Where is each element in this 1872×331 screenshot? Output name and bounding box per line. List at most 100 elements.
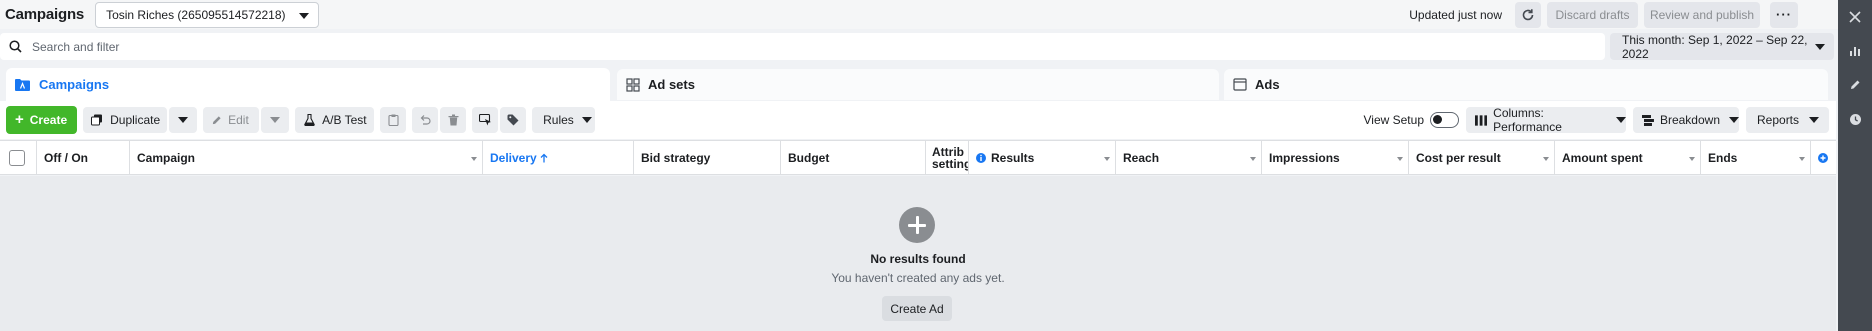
column-campaign[interactable]: Campaign: [130, 141, 483, 174]
discard-drafts-button[interactable]: Discard drafts: [1547, 1, 1638, 28]
undo-button[interactable]: [412, 107, 439, 133]
create-button[interactable]: + Create: [6, 106, 78, 134]
chevron-down-icon: [270, 117, 281, 123]
create-label: Create: [29, 113, 68, 127]
add-column-cell: [1811, 141, 1836, 174]
breakdown-button[interactable]: Breakdown: [1633, 107, 1739, 133]
column-impressions[interactable]: Impressions: [1262, 141, 1409, 174]
search-bar[interactable]: Search and filter: [0, 33, 1605, 60]
page-title: Campaigns: [5, 6, 85, 23]
view-setup-label: View Setup: [1363, 113, 1425, 127]
date-range-picker[interactable]: This month: Sep 1, 2022 – Sep 22, 2022: [1610, 32, 1834, 61]
column-label: Bid strategy: [641, 150, 711, 165]
rules-label: Rules: [543, 113, 574, 127]
refresh-button[interactable]: [1515, 1, 1541, 28]
duplicate-icon: [91, 114, 103, 126]
account-selector[interactable]: Tosin Riches (265095514572218): [95, 1, 320, 28]
pencil-icon: [212, 115, 221, 124]
duplicate-button[interactable]: Duplicate: [83, 107, 168, 133]
column-label: Ends: [1708, 150, 1738, 165]
plus-icon: +: [15, 111, 24, 128]
date-range-label: This month: Sep 1, 2022 – Sep 22, 2022: [1622, 32, 1808, 61]
add-circle-icon: [899, 207, 935, 243]
edit-button[interactable]: Edit: [203, 107, 260, 133]
account-name: Tosin Riches (265095514572218): [106, 7, 286, 22]
column-label: Results: [991, 150, 1035, 165]
column-off-on[interactable]: Off / On: [37, 141, 130, 174]
folder-icon: [15, 79, 30, 91]
table-header: Off / On Campaign Delivery Bid strategy …: [0, 140, 1836, 175]
clipboard-button[interactable]: [380, 107, 407, 133]
more-icon: ···: [1776, 6, 1792, 22]
tab-ads[interactable]: Ads: [1224, 69, 1828, 100]
column-label: Campaign: [137, 150, 196, 165]
column-label: Off / On: [44, 150, 88, 165]
sort-caret-icon: [1689, 157, 1695, 161]
column-attribution-setting[interactable]: Attrib setting: [926, 141, 969, 174]
column-ends[interactable]: Ends: [1701, 141, 1811, 174]
view-setup-toggle[interactable]: [1430, 112, 1459, 128]
ab-test-button[interactable]: A/B Test: [295, 107, 375, 133]
select-all-checkbox[interactable]: [9, 149, 25, 166]
flask-icon: [304, 114, 315, 126]
column-label: Amount spent: [1562, 150, 1643, 165]
column-label: Impressions: [1269, 150, 1340, 165]
tab-campaigns[interactable]: Campaigns: [6, 68, 610, 101]
delete-button[interactable]: [440, 107, 467, 133]
close-icon[interactable]: [1846, 8, 1864, 26]
reports-button[interactable]: Reports: [1746, 107, 1829, 133]
tag-icon: [507, 114, 519, 126]
chevron-down-icon: [1616, 117, 1626, 123]
grid-icon: [626, 77, 640, 92]
ab-test-label: A/B Test: [322, 113, 367, 127]
columns-button[interactable]: Columns: Performance: [1466, 106, 1626, 134]
bar-chart-icon[interactable]: [1846, 42, 1864, 60]
sort-caret-icon: [1543, 157, 1549, 161]
edit-dropdown-button[interactable]: [261, 107, 290, 133]
updated-status: Updated just now: [1409, 7, 1502, 22]
review-publish-button[interactable]: Review and publish: [1644, 1, 1760, 28]
create-ad-button[interactable]: Create Ad: [882, 296, 952, 321]
sort-caret-icon: [1397, 157, 1403, 161]
tab-ad-sets[interactable]: Ad sets: [617, 69, 1219, 100]
pencil-icon[interactable]: [1846, 76, 1864, 94]
column-results[interactable]: Results: [969, 141, 1116, 174]
empty-state-subtitle: You haven't created any ads yet.: [831, 271, 1005, 285]
rules-button[interactable]: Rules: [532, 107, 596, 133]
column-reach[interactable]: Reach: [1116, 141, 1262, 174]
preview-icon: [478, 114, 491, 126]
chevron-down-icon: [1815, 44, 1825, 50]
chevron-down-icon: [178, 117, 189, 123]
sort-caret-icon: [1104, 157, 1110, 161]
column-delivery[interactable]: Delivery: [483, 141, 634, 174]
column-bid-strategy[interactable]: Bid strategy: [634, 141, 781, 174]
add-column-icon[interactable]: [1818, 152, 1828, 163]
column-label-line2: setting: [932, 156, 969, 171]
tab-campaigns-label: Campaigns: [39, 77, 110, 92]
reports-label: Reports: [1757, 113, 1800, 127]
search-icon: [9, 40, 22, 53]
tab-ads-label: Ads: [1255, 77, 1280, 92]
preview-button[interactable]: [472, 107, 499, 133]
column-amount-spent[interactable]: Amount spent: [1555, 141, 1701, 174]
toggle-knob: [1433, 115, 1442, 124]
edit-label: Edit: [228, 113, 249, 127]
tag-button[interactable]: [500, 107, 527, 133]
search-input[interactable]: Search and filter: [32, 40, 119, 54]
breakdown-label: Breakdown: [1659, 113, 1720, 127]
clock-icon[interactable]: [1846, 110, 1864, 128]
ad-window-icon: [1233, 78, 1247, 91]
column-label-line1: Attrib: [932, 144, 964, 159]
empty-state-title: No results found: [870, 252, 966, 266]
column-cost-per-result[interactable]: Cost per result: [1409, 141, 1555, 174]
duplicate-dropdown-button[interactable]: [169, 107, 198, 133]
duplicate-label: Duplicate: [110, 113, 161, 127]
sort-caret-icon: [1799, 157, 1805, 161]
chevron-down-icon: [1729, 117, 1739, 123]
sort-caret-icon: [1250, 157, 1256, 161]
column-budget[interactable]: Budget: [781, 141, 926, 174]
clipboard-icon: [388, 114, 399, 126]
column-label: Budget: [788, 150, 830, 165]
more-options-button[interactable]: ···: [1770, 1, 1798, 28]
right-rail: [1838, 0, 1872, 331]
